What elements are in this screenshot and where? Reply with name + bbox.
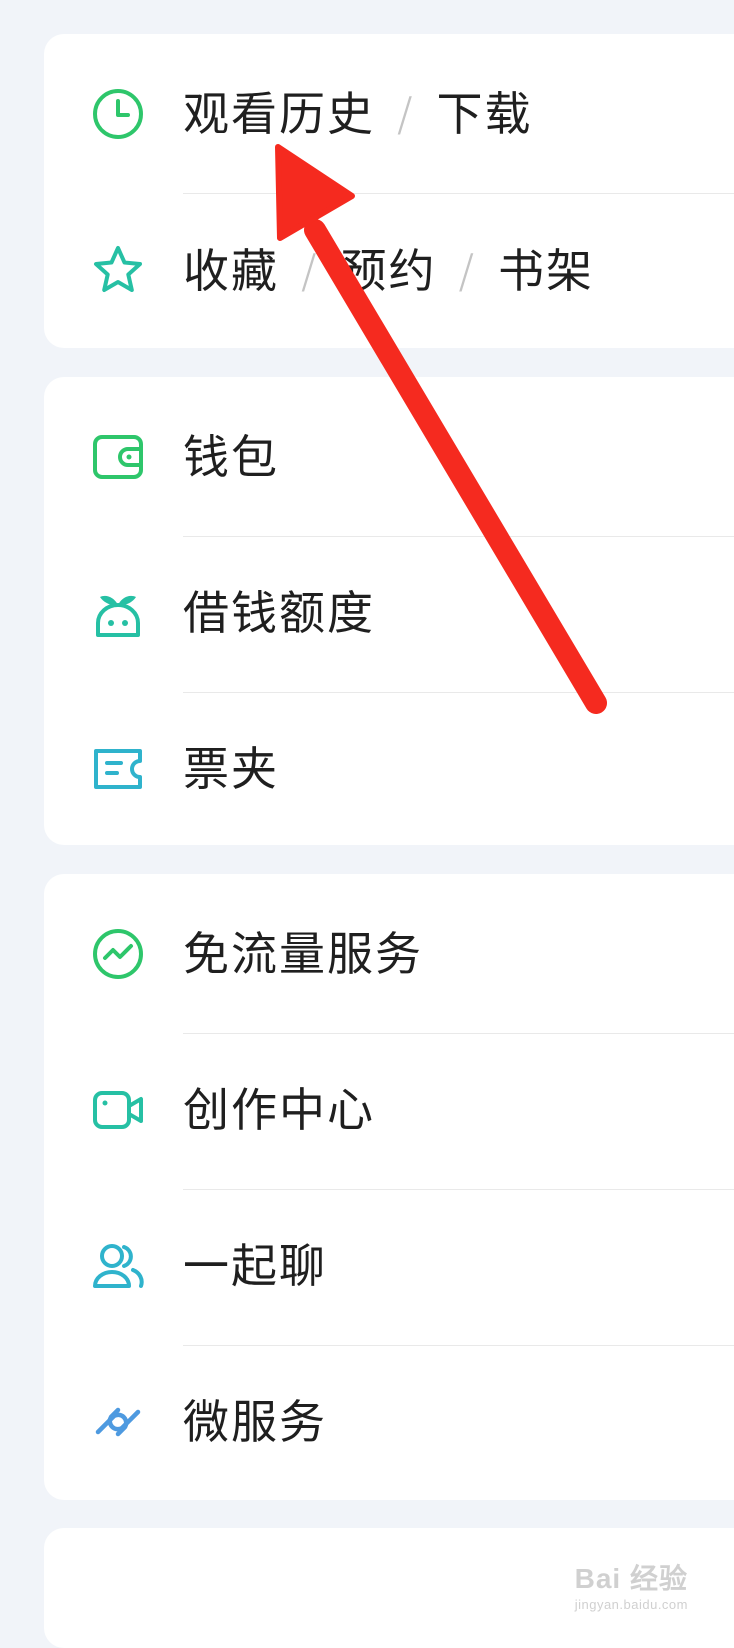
favorites-link[interactable]: 收藏 [183, 244, 279, 298]
menu-item-chat-together[interactable]: 一起聊 [44, 1186, 734, 1346]
menu-item-loan-limit[interactable]: 借钱额度 [44, 533, 734, 693]
menu-item-label: 微服务 [183, 1395, 327, 1449]
menu-item-label: 借钱额度 [183, 586, 375, 640]
history-link[interactable]: 观看历史 [183, 87, 375, 141]
wallet-icon [90, 429, 146, 485]
watermark-logo-text: Bai 经验 [574, 1563, 688, 1594]
card-wallet: 钱包 借钱额度 票夹 [44, 377, 734, 845]
camera-icon [90, 1082, 146, 1138]
ticket-icon [90, 741, 146, 797]
menu-item-label: 免流量服务 [183, 927, 423, 981]
separator: / [458, 244, 476, 298]
link-icon [90, 1394, 146, 1450]
baidu-jingyan-watermark: Bai 经验 jingyan.baidu.com [575, 1557, 688, 1612]
menu-item-label: 票夹 [183, 742, 279, 796]
menu-item-favorites[interactable]: 收藏 / 预约 / 书架 [44, 191, 734, 351]
reservation-link[interactable]: 预约 [341, 244, 437, 298]
people-icon [90, 1238, 146, 1294]
menu-item-label: 观看历史 / 下载 [183, 34, 533, 194]
menu-item-history-download[interactable]: 观看历史 / 下载 [44, 34, 734, 194]
menu-item-label: 一起聊 [183, 1239, 327, 1293]
trend-circle-icon [90, 926, 146, 982]
bookshelf-link[interactable]: 书架 [498, 244, 594, 298]
menu-item-data-free[interactable]: 免流量服务 [44, 874, 734, 1034]
card-services: 免流量服务 创作中心 一起聊 微服务 [44, 874, 734, 1500]
watermark-url: jingyan.baidu.com [574, 1597, 688, 1612]
separator: / [301, 244, 319, 298]
menu-item-label: 创作中心 [183, 1083, 375, 1137]
star-icon [90, 243, 146, 299]
menu-item-tickets[interactable]: 票夹 [44, 689, 734, 849]
download-link[interactable]: 下载 [437, 87, 533, 141]
menu-item-label: 收藏 / 预约 / 书架 [183, 191, 594, 351]
separator: / [397, 87, 415, 141]
menu-item-creator-center[interactable]: 创作中心 [44, 1030, 734, 1190]
menu-item-wallet[interactable]: 钱包 [44, 377, 734, 537]
sprout-bot-icon [90, 585, 146, 641]
card-history-favorites: 观看历史 / 下载 收藏 / 预约 / 书架 [44, 34, 734, 348]
menu-item-label: 钱包 [183, 430, 279, 484]
menu-item-micro-services[interactable]: 微服务 [44, 1342, 734, 1502]
clock-icon [90, 86, 146, 142]
